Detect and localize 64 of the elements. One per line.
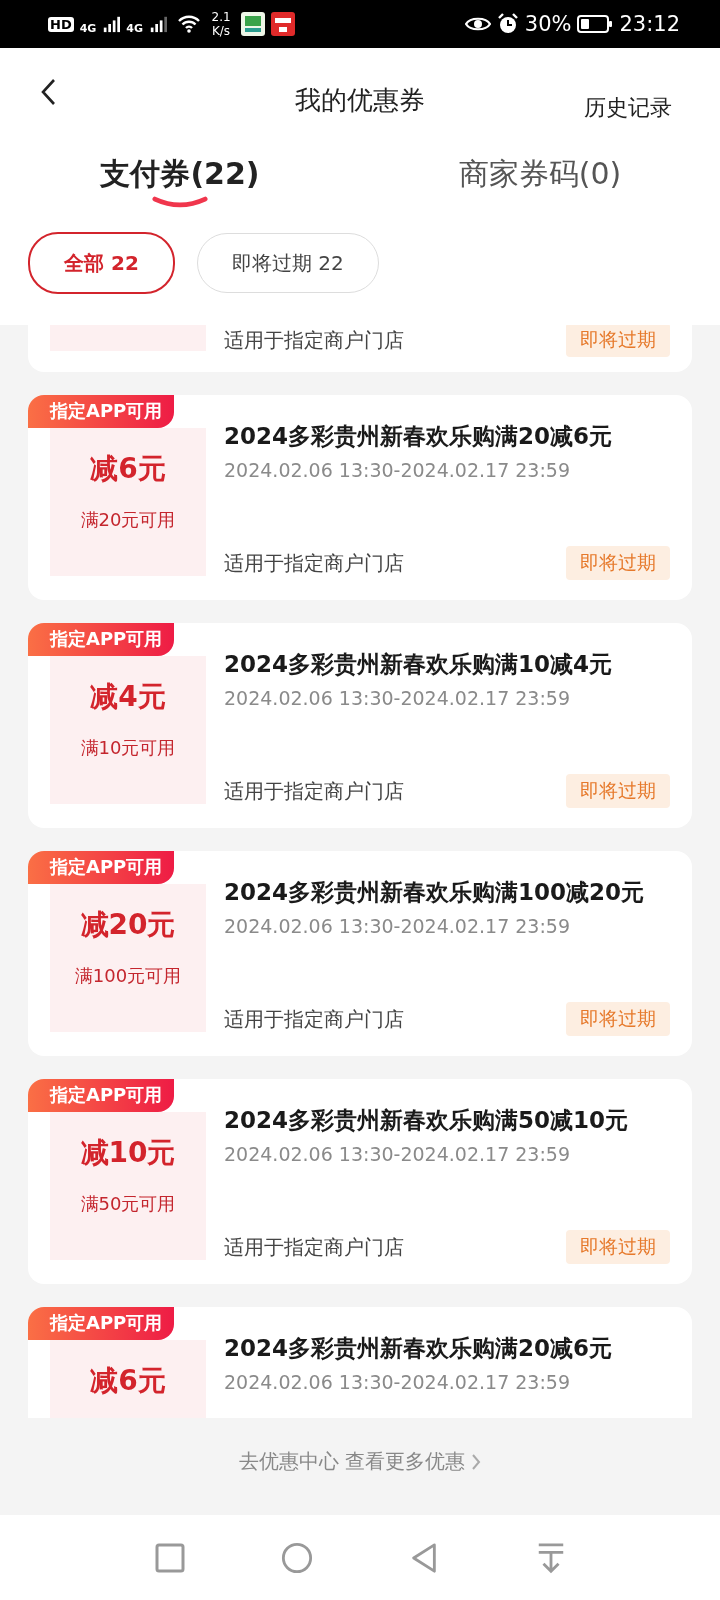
validity-dates: 2024.02.06 13:30-2024.02.17 23:59 xyxy=(224,915,572,937)
signal-icon xyxy=(149,15,168,33)
recents-icon[interactable] xyxy=(153,1541,186,1574)
network-speed: 2.1 K/s xyxy=(210,10,232,38)
coupon-card[interactable]: 减20元 满100元可用 2024多彩贵州新春欢乐购满100减20元 2024.02.06 13:30-2024.02.17 23:59 适用于指定商户门店 即将过期 指定APP可用 xyxy=(28,851,692,1056)
coupon-badge: 指定APP可用 xyxy=(28,851,175,884)
minimum-spend: 满50元可用 xyxy=(80,1192,176,1216)
minimum-spend: 满20元可用 xyxy=(80,508,176,532)
coupon-card[interactable]: 减6元 满20元可用 2024多彩贵州新春欢乐购满20减6元 2024.02.06 13:30-2024.02.17 23:59 适用于指定商户门店 即将过期 指定APP可用 xyxy=(28,395,692,600)
hd-indicator: HD xyxy=(48,16,74,32)
coupon-title: 2024多彩贵州新春欢乐购满20减6元 xyxy=(224,1334,614,1363)
discount-amount: 减4元 xyxy=(90,679,166,715)
app-icon xyxy=(271,12,296,36)
tab[interactable]: 商家券码(0) xyxy=(458,154,622,195)
signal-icon xyxy=(102,15,121,33)
minimum-spend: 满10元可用 xyxy=(80,736,176,760)
validity-dates: 2024.02.06 13:30-2024.02.17 23:59 xyxy=(224,459,572,481)
network-label: 4G xyxy=(79,22,97,35)
usage-scope: 适用于指定商户门店 xyxy=(224,549,404,577)
usage-scope: 适用于指定商户门店 xyxy=(224,1005,404,1033)
wifi-icon xyxy=(177,14,202,34)
expiry-tag: 即将过期 xyxy=(566,546,670,580)
expiry-tag: 即将过期 xyxy=(566,774,670,808)
app-icon xyxy=(241,12,266,36)
coupon-badge: 指定APP可用 xyxy=(28,395,175,428)
history-link[interactable]: 历史记录 xyxy=(584,93,672,123)
coupon-card[interactable]: 适用于指定商户门店 即将过期 xyxy=(28,325,692,372)
tab[interactable]: 支付券(22) xyxy=(100,154,260,195)
battery-icon xyxy=(577,14,614,34)
coupon-badge: 指定APP可用 xyxy=(28,1307,175,1340)
tab-indicator xyxy=(151,195,209,209)
coupon-card[interactable]: 减6元 2024多彩贵州新春欢乐购满20减6元 2024.02.06 13:30-2024.02.17 23:59 指定APP可用 xyxy=(28,1307,692,1418)
coupon-card[interactable]: 减4元 满10元可用 2024多彩贵州新春欢乐购满10减4元 2024.02.06 13:30-2024.02.17 23:59 适用于指定商户门店 即将过期 指定APP可用 xyxy=(28,623,692,828)
back-icon[interactable] xyxy=(40,78,56,106)
discount-amount: 减10元 xyxy=(80,1135,176,1171)
validity-dates: 2024.02.06 13:30-2024.02.17 23:59 xyxy=(224,1371,572,1393)
eye-icon xyxy=(464,15,491,33)
chevron-icon xyxy=(471,1452,482,1471)
expiry-tag: 即将过期 xyxy=(566,325,670,357)
minimum-spend: 满100元可用 xyxy=(74,964,182,988)
home-icon[interactable] xyxy=(280,1541,313,1574)
validity-dates: 2024.02.06 13:30-2024.02.17 23:59 xyxy=(224,1143,572,1165)
battery-percent: 30% xyxy=(524,12,572,36)
discount-amount: 减6元 xyxy=(90,451,166,487)
alarm-icon xyxy=(496,13,519,35)
usage-scope: 适用于指定商户门店 xyxy=(224,777,404,805)
usage-scope: 适用于指定商户门店 xyxy=(224,1233,404,1261)
expiry-tag: 即将过期 xyxy=(566,1002,670,1036)
discount-amount: 减20元 xyxy=(80,907,176,943)
filter-chip[interactable]: 全部 22 xyxy=(28,232,175,294)
coupon-badge: 指定APP可用 xyxy=(28,1079,175,1112)
coupon-title: 2024多彩贵州新春欢乐购满100减20元 xyxy=(224,878,646,907)
coupon-title: 2024多彩贵州新春欢乐购满20减6元 xyxy=(224,422,614,451)
page-title: 我的优惠券 xyxy=(295,83,425,117)
validity-dates: 2024.02.06 13:30-2024.02.17 23:59 xyxy=(224,687,572,709)
usage-scope: 适用于指定商户门店 xyxy=(224,326,404,354)
coupon-title: 2024多彩贵州新春欢乐购满10减4元 xyxy=(224,650,614,679)
coupon-badge: 指定APP可用 xyxy=(28,623,175,656)
network-label: 4G xyxy=(126,22,144,35)
clock: 23:12 xyxy=(619,12,680,36)
coupon-card[interactable]: 减10元 满50元可用 2024多彩贵州新春欢乐购满50减10元 2024.02.06 13:30-2024.02.17 23:59 适用于指定商户门店 即将过期 指定APP可用 xyxy=(28,1079,692,1284)
coupon-title: 2024多彩贵州新春欢乐购满50减10元 xyxy=(224,1106,630,1135)
discount-amount: 减6元 xyxy=(90,1363,166,1399)
expiry-tag: 即将过期 xyxy=(566,1230,670,1264)
